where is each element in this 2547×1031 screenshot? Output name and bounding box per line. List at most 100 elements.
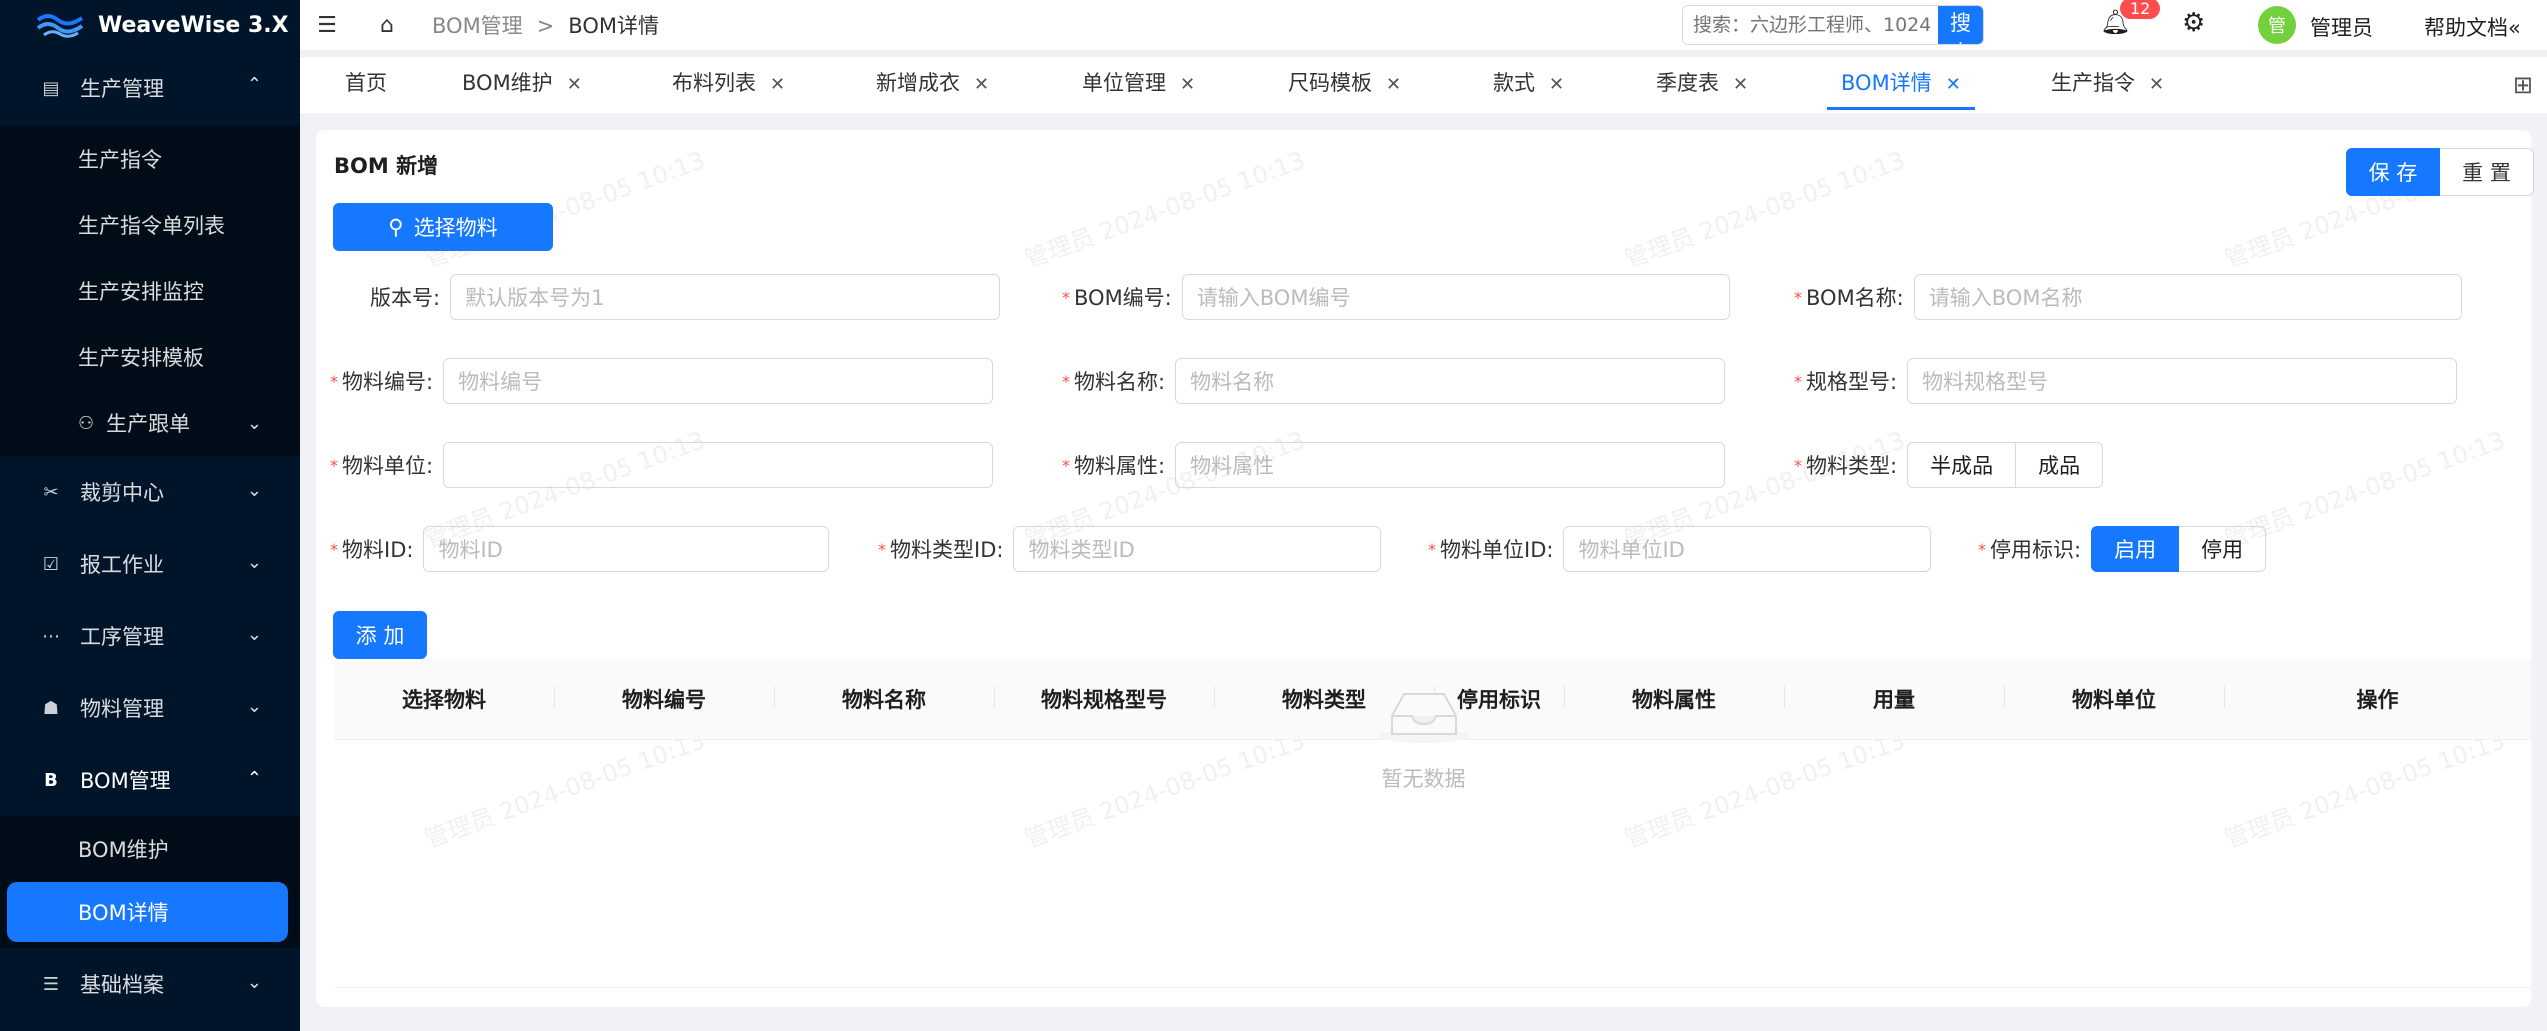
- username[interactable]: 管理员: [2310, 12, 2373, 42]
- material-name-input[interactable]: 物料名称: [1175, 358, 1726, 404]
- required-mark: *: [1062, 455, 1070, 475]
- tab-label: BOM详情: [1841, 71, 1932, 95]
- help-docs-label: 帮助文档: [2424, 16, 2508, 40]
- sidebar-item-production[interactable]: ▤ 生产管理 ⌃: [0, 50, 300, 126]
- tab-bar: 首页 BOM维护 ✕ 布料列表 ✕ 新增成衣 ✕ 单位管理 ✕ 尺码模板 ✕ 款式 ✕ 季度…: [300, 57, 2547, 113]
- unit-input[interactable]: [443, 442, 994, 488]
- required-mark: *: [1794, 455, 1802, 475]
- menu-fold-icon[interactable]: ☰: [312, 13, 342, 38]
- close-icon[interactable]: ✕: [1946, 74, 1961, 95]
- save-button[interactable]: 保 存: [2346, 148, 2440, 196]
- tab-home[interactable]: 首页: [345, 57, 387, 107]
- logo-icon: [36, 14, 84, 38]
- field-material-id: * 物料ID: 物料ID: [330, 526, 830, 572]
- sidebar-subitem-bom-detail[interactable]: BOM详情: [7, 882, 288, 942]
- version-input[interactable]: 默认版本号为1: [450, 274, 1001, 320]
- help-docs-link[interactable]: 帮助文档«: [2424, 12, 2521, 42]
- search-button[interactable]: 搜 索: [1938, 6, 1983, 44]
- sidebar-item-archive[interactable]: ☰ 基础档案 ⌄: [0, 948, 300, 1020]
- reset-button[interactable]: 重 置: [2440, 148, 2534, 196]
- close-icon[interactable]: ✕: [1549, 74, 1564, 95]
- close-icon[interactable]: ✕: [2149, 74, 2164, 95]
- watermark: 管理员 2024-08-05 10:13: [1620, 146, 1909, 274]
- close-icon[interactable]: ✕: [1733, 74, 1748, 95]
- watermark: 管理员 2024-08-05 10:13: [1020, 146, 1309, 274]
- unit-id-input[interactable]: 物料单位ID: [1563, 526, 1932, 572]
- hierarchy-icon: ☗: [42, 697, 60, 719]
- close-icon[interactable]: ✕: [567, 74, 582, 95]
- field-material-type: * 物料类型: 半成品 成品: [1794, 442, 2104, 488]
- tab-label: 尺码模板: [1288, 71, 1372, 95]
- sidebar-subitem-bom-maintain[interactable]: BOM维护: [0, 816, 300, 882]
- close-icon[interactable]: ✕: [974, 74, 989, 95]
- sidebar-item-material[interactable]: ☗ 物料管理 ⌄: [0, 672, 300, 744]
- home-icon[interactable]: ⌂: [372, 13, 402, 38]
- brand[interactable]: WeaveWise 3.X: [0, 0, 300, 50]
- sidebar-item-bom[interactable]: B BOM管理 ⌃: [0, 744, 300, 816]
- breadcrumb-current: BOM详情: [568, 14, 659, 38]
- chevron-up-icon: ⌃: [246, 768, 262, 789]
- sidebar-subitem-tracking[interactable]: ⚇ 生产跟单 ⌄: [0, 390, 300, 456]
- sidebar-item-report[interactable]: ☑ 报工作业 ⌄: [0, 528, 300, 600]
- gear-icon[interactable]: ⚙: [2182, 8, 2205, 38]
- radio-finished[interactable]: 成品: [2016, 442, 2104, 488]
- sidebar-subitem[interactable]: 生产指令: [0, 126, 300, 192]
- required-mark: *: [1062, 371, 1070, 391]
- material-id-input[interactable]: 物料ID: [423, 526, 830, 572]
- app-name: WeaveWise 3.X: [98, 12, 289, 38]
- attribute-label: 物料属性:: [1074, 454, 1166, 478]
- chevron-down-icon: ⌄: [246, 552, 262, 573]
- search-input[interactable]: [1683, 6, 1938, 44]
- inbox-icon: [1377, 693, 1470, 743]
- top-header: ☰ ⌂ BOM管理>BOM详情 搜 索 🔔︎ 12 ⚙ 管 管理员 帮助文档«: [300, 0, 2547, 50]
- user-icon: ⚇: [78, 412, 95, 434]
- attribute-input[interactable]: 物料属性: [1175, 442, 1726, 488]
- radio-disabled[interactable]: 停用: [2179, 526, 2267, 572]
- material-code-input[interactable]: 物料编号: [443, 358, 994, 404]
- tab-size-template[interactable]: 尺码模板 ✕: [1288, 57, 1401, 107]
- tab-label: 布料列表: [672, 71, 756, 95]
- sidebar-subitem[interactable]: 生产指令单列表: [0, 192, 300, 258]
- close-icon[interactable]: ✕: [770, 74, 785, 95]
- grid-icon[interactable]: ⊞: [2513, 71, 2533, 99]
- bom-name-input[interactable]: 请输入BOM名称: [1913, 274, 2462, 320]
- sidebar-item-process[interactable]: ⋯ 工序管理 ⌄: [0, 600, 300, 672]
- required-mark: *: [330, 539, 338, 559]
- material-type-radio-group: 半成品 成品: [1907, 442, 2104, 488]
- required-mark: *: [330, 371, 338, 391]
- spec-input[interactable]: 物料规格型号: [1907, 358, 2458, 404]
- breadcrumb: BOM管理 > BOM详情: [432, 10, 659, 40]
- empty-text: 暂无数据: [1381, 767, 1466, 791]
- select-material-button[interactable]: ⚲ 选择物料: [333, 203, 553, 251]
- tab-bom-detail[interactable]: BOM详情 ✕: [1827, 57, 1975, 110]
- clipboard-icon: ▤: [42, 77, 60, 99]
- radio-semi-finished[interactable]: 半成品: [1907, 442, 2017, 488]
- avatar[interactable]: 管: [2258, 6, 2296, 44]
- sidebar-subitem[interactable]: 生产安排模板: [0, 324, 300, 390]
- breadcrumb-separator: >: [536, 14, 555, 38]
- radio-enabled[interactable]: 启用: [2091, 526, 2180, 572]
- tab-unit-manage[interactable]: 单位管理 ✕: [1082, 57, 1195, 107]
- add-button[interactable]: 添 加: [333, 611, 427, 659]
- tab-fabric-list[interactable]: 布料列表 ✕: [672, 57, 785, 107]
- tab-new-garment[interactable]: 新增成衣 ✕: [876, 57, 989, 107]
- field-material-name: * 物料名称: 物料名称: [1062, 358, 1726, 404]
- close-icon[interactable]: ✕: [1180, 74, 1195, 95]
- tab-label: 季度表: [1656, 71, 1719, 95]
- tab-season[interactable]: 季度表 ✕: [1656, 57, 1748, 107]
- tab-bom-maintain[interactable]: BOM维护 ✕: [462, 57, 582, 107]
- empty-state: 暂无数据: [316, 680, 2531, 793]
- b-letter-icon: B: [44, 769, 58, 791]
- sidebar-subitem[interactable]: 生产安排监控: [0, 258, 300, 324]
- type-id-input[interactable]: 物料类型ID: [1013, 526, 1382, 572]
- field-spec: * 规格型号: 物料规格型号: [1794, 358, 2458, 404]
- sidebar-item-label: 裁剪中心: [80, 481, 164, 505]
- bom-code-input[interactable]: 请输入BOM编号: [1181, 274, 1730, 320]
- tab-production-order[interactable]: 生产指令 ✕: [2051, 57, 2164, 107]
- breadcrumb-item[interactable]: BOM管理: [432, 14, 523, 38]
- required-mark: *: [1978, 539, 1986, 559]
- notification-badge: 12: [2120, 0, 2161, 19]
- tab-style[interactable]: 款式 ✕: [1493, 57, 1564, 107]
- sidebar-item-cutting[interactable]: ✂ 裁剪中心 ⌄: [0, 456, 300, 528]
- close-icon[interactable]: ✕: [1386, 74, 1401, 95]
